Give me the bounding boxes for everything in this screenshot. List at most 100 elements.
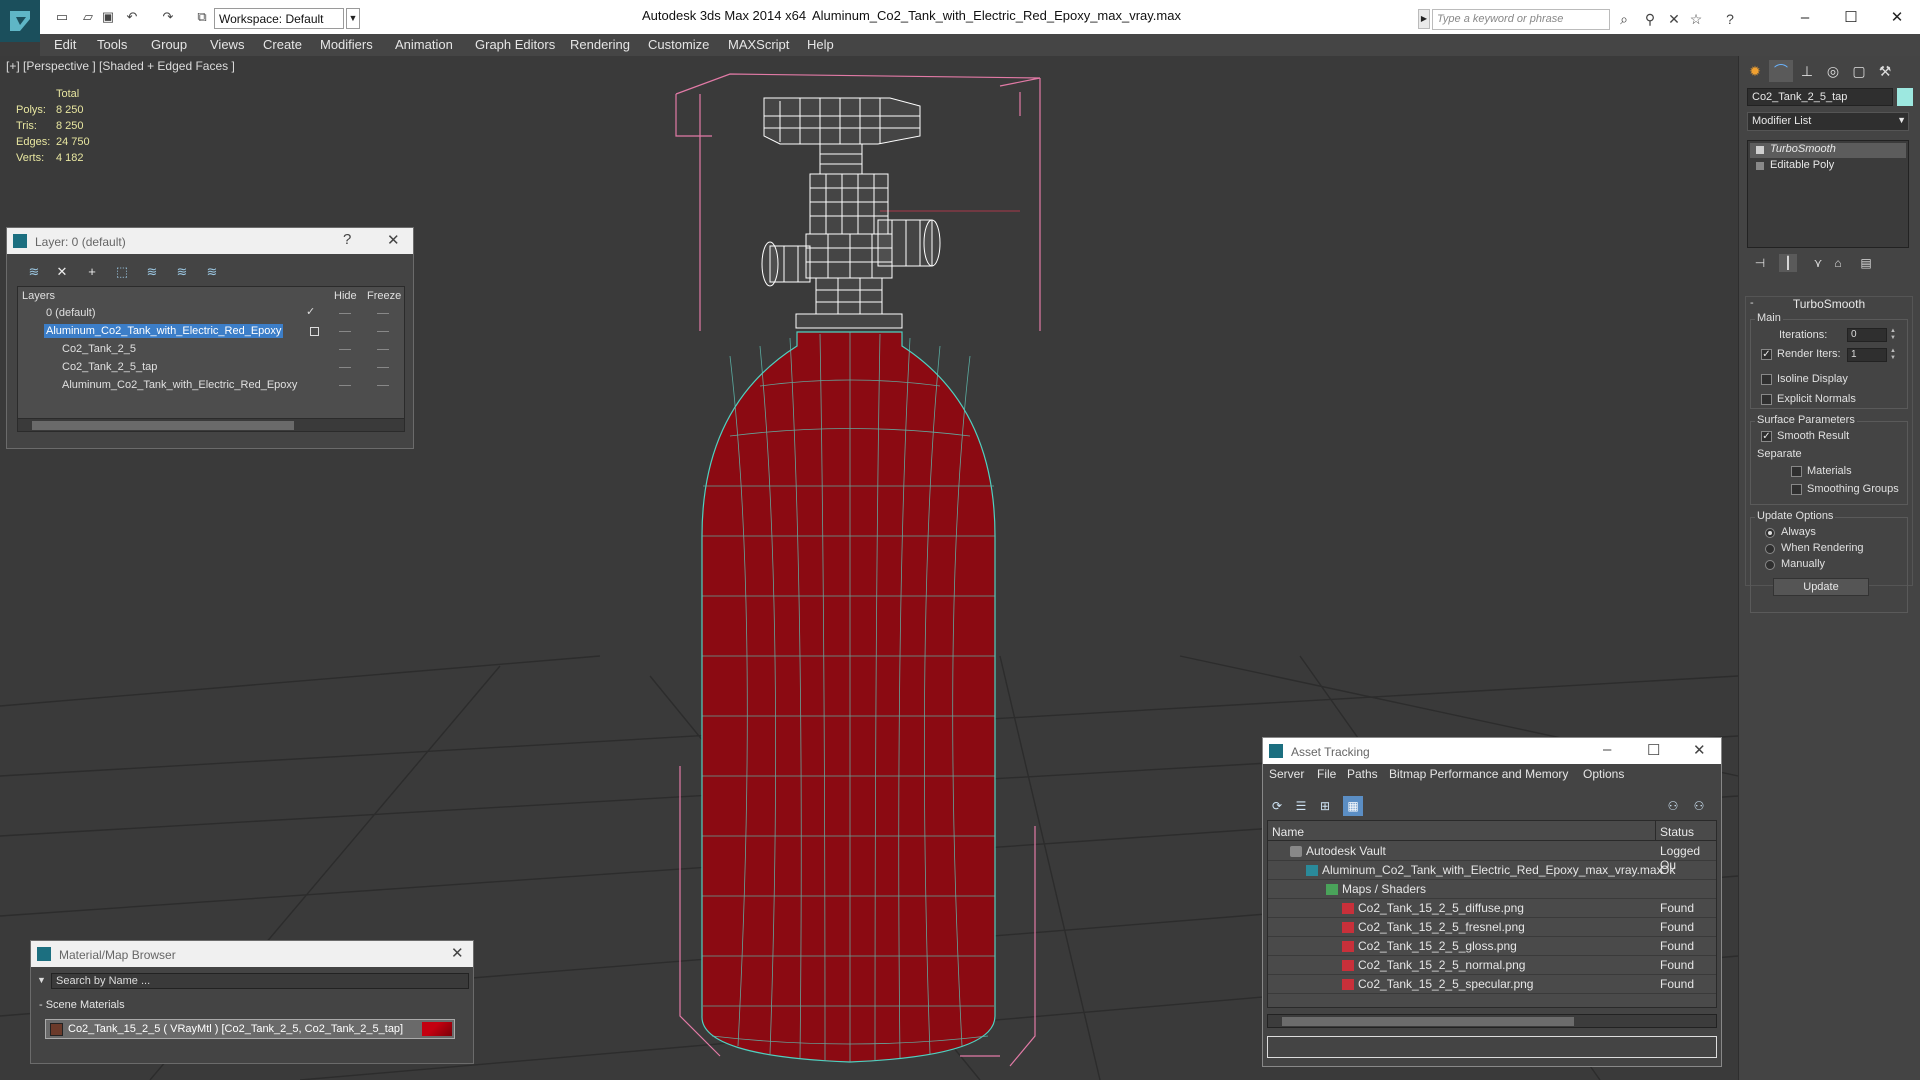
material-item[interactable]: Co2_Tank_15_2_5 ( VRayMtl ) [Co2_Tank_2_… xyxy=(45,1019,455,1039)
explicit-normals-checkbox[interactable] xyxy=(1761,394,1772,405)
layers-column-header[interactable]: Layers xyxy=(22,290,55,302)
menu-graph-editors[interactable]: Graph Editors xyxy=(475,37,555,52)
minimize-icon[interactable]: – xyxy=(1603,741,1611,758)
add-to-layer-icon[interactable]: + xyxy=(83,264,101,282)
render-iters-checkbox[interactable]: ✓ xyxy=(1761,349,1772,360)
show-end-result-icon[interactable]: ┃ xyxy=(1779,254,1797,272)
close-icon[interactable]: ✕ xyxy=(1693,741,1706,759)
favorites-star-icon[interactable]: ☆ xyxy=(1686,9,1706,29)
menu-edit[interactable]: Edit xyxy=(54,37,76,52)
viewport-label[interactable]: [+] [Perspective ] [Shaded + Edged Faces… xyxy=(6,59,235,73)
spinner-arrows-icon[interactable]: ▲ ▼ xyxy=(1889,348,1897,362)
material-search-input[interactable]: Search by Name ... xyxy=(51,973,469,989)
asset-row[interactable]: Autodesk Vault Logged Ou xyxy=(1268,842,1716,872)
make-unique-icon[interactable]: ⋎ xyxy=(1809,254,1827,272)
hide-toggle[interactable] xyxy=(339,331,351,332)
material-browser-titlebar[interactable]: Material/Map Browser ✕ xyxy=(31,941,473,967)
workspace-dropdown[interactable]: Workspace: Default xyxy=(214,8,344,29)
hide-toggle[interactable] xyxy=(339,367,351,368)
scene-materials-group[interactable]: - Scene Materials xyxy=(39,999,125,1011)
iterations-spinner[interactable]: 0 xyxy=(1847,328,1887,342)
smooth-result-checkbox[interactable]: ✓ xyxy=(1761,431,1772,442)
help-icon[interactable]: ? xyxy=(1720,9,1740,29)
communication-icon[interactable]: ✕ xyxy=(1664,9,1684,29)
menu-views[interactable]: Views xyxy=(210,37,244,52)
scroll-thumb[interactable] xyxy=(32,421,294,430)
hide-all-layers-icon[interactable]: ≋ xyxy=(173,264,191,282)
display-tab-icon[interactable]: ▢ xyxy=(1847,60,1871,82)
new-file-icon[interactable]: ▭ xyxy=(54,9,70,25)
open-file-icon[interactable]: ▱ xyxy=(80,9,96,25)
menu-help[interactable]: Help xyxy=(807,37,834,52)
help-button[interactable]: ? xyxy=(343,231,351,248)
layer-row[interactable]: Co2_Tank_2_5_tap xyxy=(18,359,404,377)
smoothing-groups-checkbox[interactable] xyxy=(1791,484,1802,495)
rollout-title[interactable]: TurboSmooth xyxy=(1746,297,1912,313)
binoculars-icon[interactable]: ⌕ xyxy=(1614,9,1634,29)
object-color-swatch[interactable] xyxy=(1897,88,1913,106)
layer-horizontal-scrollbar[interactable] xyxy=(17,418,405,432)
maximize-icon[interactable]: ☐ xyxy=(1647,741,1660,759)
freeze-toggle[interactable] xyxy=(377,313,389,314)
menu-server[interactable]: Server xyxy=(1269,767,1304,781)
layer-dialog-titlebar[interactable]: Layer: 0 (default) ? ✕ xyxy=(7,228,413,254)
subscription-icon[interactable]: ⚲ xyxy=(1640,9,1660,29)
asset-row[interactable]: Co2_Tank_15_2_5_gloss.png Found xyxy=(1268,937,1716,956)
table-view-icon[interactable]: ▦ xyxy=(1343,796,1363,816)
menu-modifiers[interactable]: Modifiers xyxy=(320,37,373,52)
manually-radio[interactable] xyxy=(1765,560,1775,570)
highlight-layer-icon[interactable]: ≋ xyxy=(143,264,161,282)
maximize-button[interactable]: ☐ xyxy=(1828,0,1874,34)
object-name-field[interactable]: Co2_Tank_2_5_tap xyxy=(1747,88,1893,106)
configure-sets-icon[interactable]: ▤ xyxy=(1857,254,1875,272)
collapse-icon[interactable]: - xyxy=(1750,297,1754,309)
menu-file[interactable]: File xyxy=(1317,767,1336,781)
asset-row[interactable]: Co2_Tank_15_2_5_diffuse.png Found xyxy=(1268,899,1716,918)
pin-stack-icon[interactable]: ⊣ xyxy=(1751,254,1769,272)
layer-row[interactable]: 0 (default) ✓ xyxy=(18,305,404,323)
freeze-all-layers-icon[interactable]: ≋ xyxy=(203,264,221,282)
menu-animation[interactable]: Animation xyxy=(395,37,453,52)
menu-bitmap-performance[interactable]: Bitmap Performance and Memory xyxy=(1389,767,1568,781)
save-file-icon[interactable]: ▣ xyxy=(100,9,116,25)
refresh-icon[interactable]: ⟳ xyxy=(1267,796,1287,816)
scroll-thumb[interactable] xyxy=(1282,1017,1574,1026)
close-button[interactable]: ✕ xyxy=(1874,0,1920,34)
asset-row[interactable]: Co2_Tank_15_2_5_normal.png Found xyxy=(1268,956,1716,975)
undo-icon[interactable]: ↶ xyxy=(124,9,140,25)
delete-layer-icon[interactable]: ✕ xyxy=(53,264,71,282)
menu-create[interactable]: Create xyxy=(263,37,302,52)
tree-view-icon[interactable]: ⊞ xyxy=(1315,796,1335,816)
asset-row[interactable]: Maps / Shaders xyxy=(1268,880,1716,899)
redo-icon[interactable]: ↷ xyxy=(160,9,176,25)
search-expand-icon[interactable]: ▶ xyxy=(1418,9,1430,29)
vault-settings-icon[interactable]: ⚇ xyxy=(1689,796,1709,816)
close-icon[interactable]: ✕ xyxy=(387,231,400,249)
menu-maxscript[interactable]: MAXScript xyxy=(728,37,789,52)
spinner-arrows-icon[interactable]: ▲ ▼ xyxy=(1889,328,1897,342)
hide-toggle[interactable] xyxy=(339,349,351,350)
always-radio[interactable] xyxy=(1765,528,1775,538)
layer-row[interactable]: Aluminum_Co2_Tank_with_Electric_Red_Epox… xyxy=(18,377,404,395)
stack-item-turbosmooth[interactable]: TurboSmooth xyxy=(1750,143,1906,158)
asset-path-field[interactable] xyxy=(1267,1036,1717,1058)
project-folder-icon[interactable]: ⧉ xyxy=(194,9,210,25)
name-column-header[interactable]: Name xyxy=(1268,821,1656,841)
menu-customize[interactable]: Customize xyxy=(648,37,709,52)
asset-row[interactable]: Co2_Tank_15_2_5_fresnel.png Found xyxy=(1268,918,1716,937)
close-icon[interactable]: ✕ xyxy=(451,944,464,962)
hide-toggle[interactable] xyxy=(339,385,351,386)
utilities-tab-icon[interactable]: ⚒ xyxy=(1873,60,1897,82)
vault-help-icon[interactable]: ⚇ xyxy=(1663,796,1683,816)
app-menu-button[interactable] xyxy=(0,0,40,42)
menu-tools[interactable]: Tools xyxy=(97,37,127,52)
layer-row[interactable]: Aluminum_Co2_Tank_with_Electric_Red_Epox… xyxy=(18,323,404,341)
freeze-toggle[interactable] xyxy=(377,367,389,368)
menu-paths[interactable]: Paths xyxy=(1347,767,1378,781)
asset-tracking-titlebar[interactable]: Asset Tracking – ☐ ✕ xyxy=(1263,738,1721,764)
freeze-toggle[interactable] xyxy=(377,385,389,386)
asset-row[interactable]: Aluminum_Co2_Tank_with_Electric_Red_Epox… xyxy=(1268,861,1716,880)
freeze-toggle[interactable] xyxy=(377,349,389,350)
browser-options-icon[interactable]: ▼ xyxy=(37,975,46,985)
chevron-down-icon[interactable]: ▼ xyxy=(346,8,360,29)
